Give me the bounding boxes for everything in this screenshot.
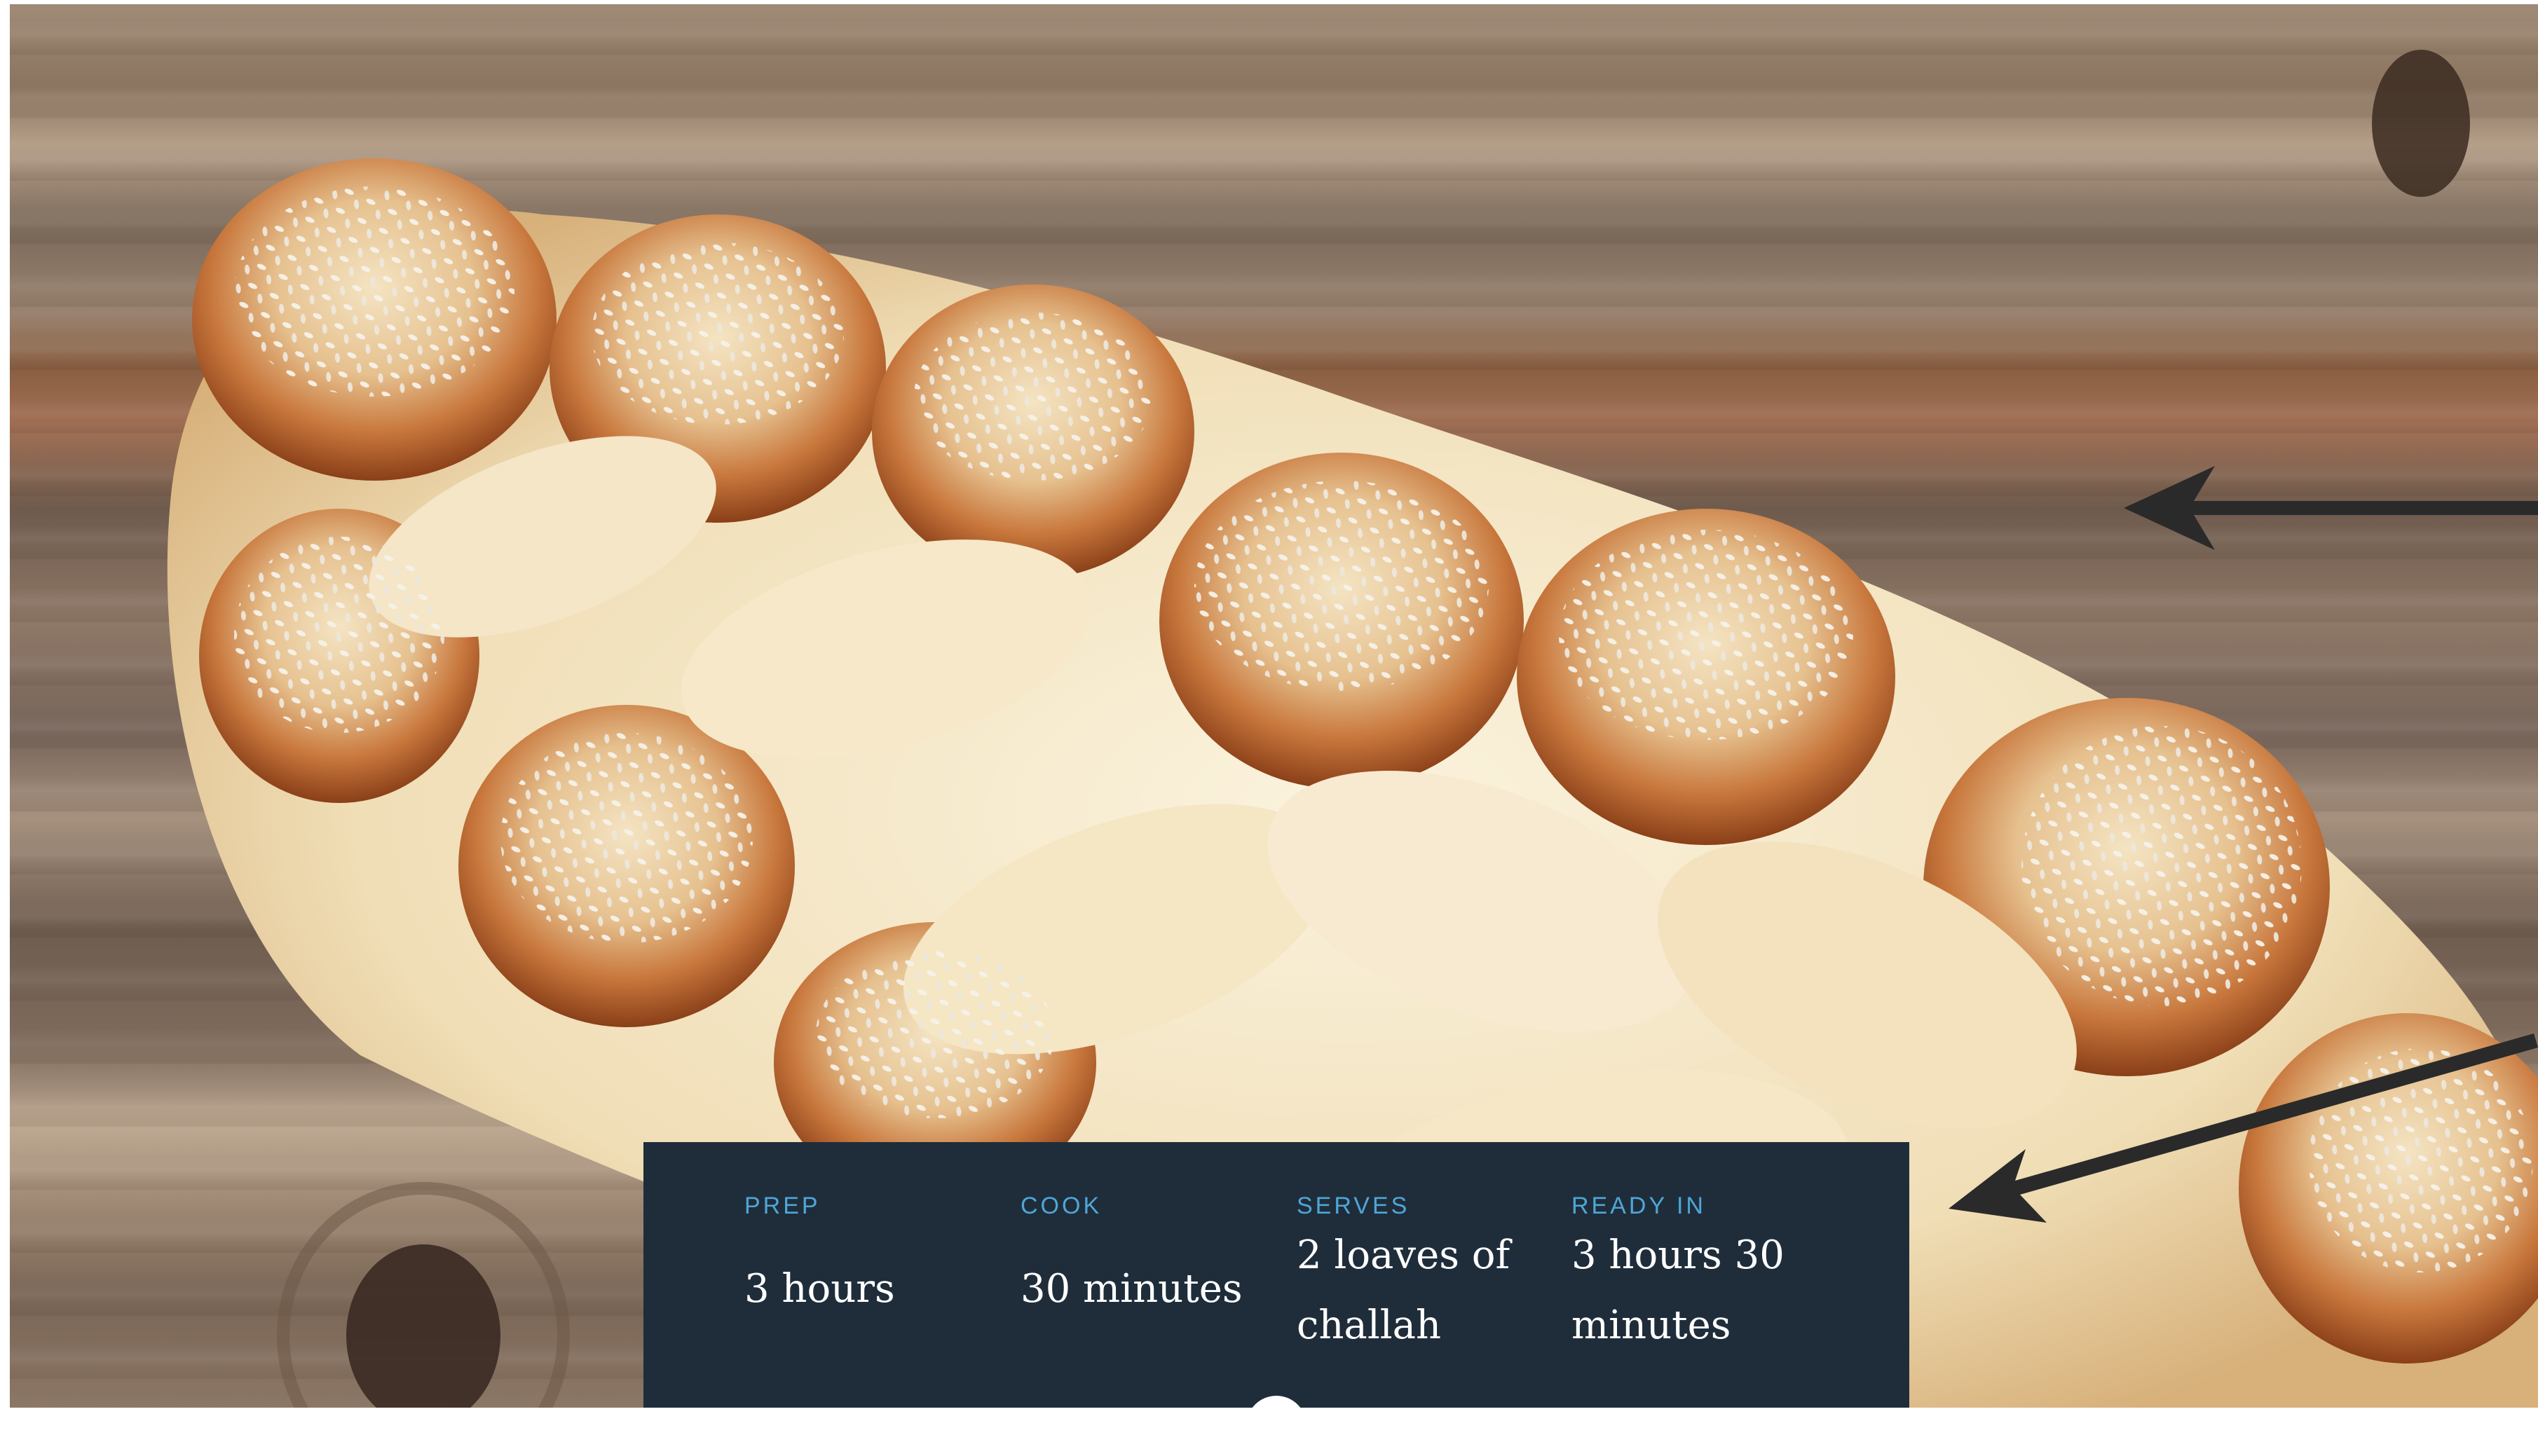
serves-label: SERVES <box>1297 1193 1410 1219</box>
prep-value: 3 hours <box>744 1266 895 1312</box>
scroll-indicator[interactable] <box>1246 1396 1306 1456</box>
prep-time: PREP 3 hours <box>744 1194 997 1324</box>
cook-label: COOK <box>1021 1193 1103 1219</box>
serves-value: 2 loaves of challah <box>1297 1232 1510 1348</box>
prep-label: PREP <box>744 1193 821 1219</box>
cook-value: 30 minutes <box>1021 1266 1243 1312</box>
cook-time: COOK 30 minutes <box>1021 1194 1273 1324</box>
ready-in: READY IN 3 hours 30 minutes <box>1571 1194 1824 1361</box>
arrow-down-left-icon <box>1949 1033 2538 1223</box>
arrow-left-icon <box>2124 466 2538 550</box>
ready-in-value: 3 hours 30 minutes <box>1571 1232 1785 1348</box>
serves: SERVES 2 loaves of challah <box>1297 1194 1549 1361</box>
ready-in-label: READY IN <box>1571 1193 1706 1219</box>
recipe-info-bar: PREP 3 hours COOK 30 minutes SERVES 2 lo… <box>643 1142 1909 1408</box>
